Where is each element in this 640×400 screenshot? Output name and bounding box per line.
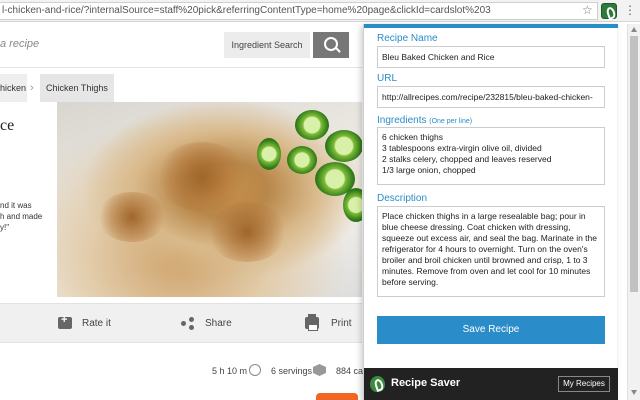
scroll-thumb[interactable] bbox=[630, 36, 638, 292]
rate-it-button[interactable]: Rate it bbox=[82, 304, 111, 344]
servings: 6 servings bbox=[271, 366, 313, 376]
clock-icon bbox=[249, 364, 261, 376]
rate-icon[interactable] bbox=[58, 314, 72, 329]
description-label: Description bbox=[377, 193, 428, 204]
scroll-down-icon[interactable] bbox=[631, 390, 637, 395]
recipe-title-fragment: ce bbox=[0, 117, 15, 134]
description-textarea[interactable]: Place chicken thighs in a large resealab… bbox=[377, 206, 605, 297]
calories-icon bbox=[313, 364, 326, 376]
url-label: URL bbox=[377, 73, 398, 84]
breadcrumb-item-chicken-thighs[interactable]: Chicken Thighs bbox=[40, 74, 114, 102]
popup-accent-bar bbox=[364, 24, 618, 28]
recipe-name-label: Recipe Name bbox=[377, 33, 438, 44]
calories: 884 cal bbox=[336, 366, 366, 376]
recipe-saver-logo-icon bbox=[370, 376, 385, 392]
ingredient-search-button[interactable]: Ingredient Search bbox=[224, 32, 310, 58]
orange-cta-tab[interactable] bbox=[316, 393, 358, 400]
breadcrumb: hicken › Chicken Thighs bbox=[0, 74, 362, 102]
scroll-up-icon[interactable] bbox=[631, 27, 637, 32]
print-icon[interactable] bbox=[305, 314, 319, 331]
ingredients-textarea[interactable]: 6 chicken thighs 3 tablespoons extra-vir… bbox=[377, 127, 605, 185]
share-button[interactable]: Share bbox=[205, 304, 232, 344]
print-button[interactable]: Print bbox=[331, 304, 352, 344]
recipe-search-input[interactable]: a recipe bbox=[0, 38, 39, 50]
search-button[interactable] bbox=[313, 32, 349, 58]
total-time: 5 h 10 m bbox=[212, 366, 248, 376]
browser-toolbar: l-chicken-and-rice/?internalSource=staff… bbox=[0, 0, 640, 22]
my-recipes-button[interactable]: My Recipes bbox=[558, 376, 610, 392]
site-header: a recipe Ingredient Search bbox=[0, 22, 362, 68]
browser-menu-icon[interactable]: ⋮ bbox=[624, 3, 636, 17]
recipe-quote-fragment: nd it was h and made y!" bbox=[0, 201, 43, 232]
breadcrumb-item-chicken[interactable]: hicken bbox=[0, 74, 27, 102]
recipe-name-field[interactable]: Bleu Baked Chicken and Rice bbox=[377, 46, 605, 68]
popup-footer: Recipe Saver My Recipes bbox=[364, 368, 618, 400]
url-field[interactable]: http://allrecipes.com/recipe/232815/bleu… bbox=[377, 86, 605, 108]
ingredients-hint: (One per line) bbox=[429, 118, 473, 125]
recipe-photo[interactable] bbox=[57, 102, 362, 297]
chevron-right-icon: › bbox=[30, 82, 34, 94]
recipe-action-bar: Rate it Share Print bbox=[0, 303, 362, 343]
recipe-saver-extension-icon[interactable] bbox=[601, 3, 617, 19]
page-scrollbar[interactable] bbox=[627, 24, 640, 400]
share-icon[interactable] bbox=[181, 317, 195, 330]
save-recipe-button[interactable]: Save Recipe bbox=[377, 316, 605, 344]
bookmark-star-icon[interactable]: ☆ bbox=[582, 3, 593, 17]
ingredients-label: Ingredients (One per line) bbox=[377, 115, 473, 126]
recipe-saver-title: Recipe Saver bbox=[391, 377, 461, 389]
address-bar[interactable]: l-chicken-and-rice/?internalSource=staff… bbox=[0, 2, 598, 20]
recipe-saver-popup: Recipe Name Bleu Baked Chicken and Rice … bbox=[363, 24, 618, 400]
